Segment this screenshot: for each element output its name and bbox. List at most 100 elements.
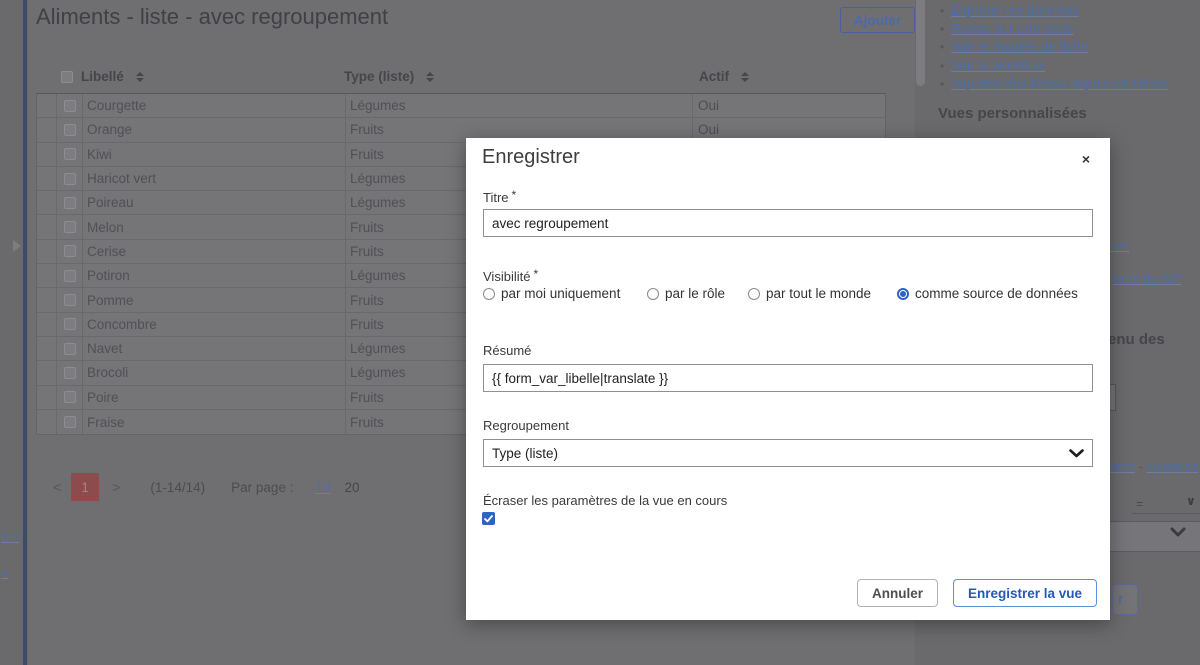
per-page-option-10[interactable]: 10: [315, 480, 330, 495]
sidebar-heading-fragment: enu des: [1108, 331, 1165, 348]
sidebar-view-link-fragment[interactable]: nes: [1108, 238, 1129, 253]
row-checkbox-cell: [56, 288, 82, 312]
sidebar-button-fragment[interactable]: r: [1112, 584, 1138, 615]
pagination-next[interactable]: >: [112, 479, 120, 495]
overwrite-label: Écraser les paramètres de la vue en cour…: [483, 493, 728, 508]
row-handle-cell: [37, 410, 56, 434]
visibilite-option[interactable]: par tout le monde: [748, 286, 871, 301]
criteria-link[interactable]: tères: [1106, 459, 1135, 474]
header-cell-libelle[interactable]: Libellé: [81, 69, 344, 84]
select-all-checkbox[interactable]: [61, 70, 73, 83]
page-title: Aliments - liste - avec regroupement: [36, 4, 389, 29]
cancel-button[interactable]: Annuler: [857, 579, 938, 607]
titre-input[interactable]: [483, 209, 1093, 237]
row-checkbox[interactable]: [63, 148, 76, 161]
resume-input[interactable]: [483, 364, 1093, 392]
columns-link[interactable]: colonnes: [1146, 459, 1198, 474]
radio-icon[interactable]: [748, 287, 760, 300]
sidebar-action-link[interactable]: Voir le modèle de fiche: [951, 38, 1088, 55]
cell-libelle: Concombre: [82, 312, 345, 336]
filter-operator: =: [1136, 497, 1144, 511]
sidebar-action-link[interactable]: Exporter les données: [951, 2, 1079, 19]
bullet-icon: •: [940, 40, 945, 55]
pagination-prev[interactable]: <: [53, 479, 61, 495]
close-icon[interactable]: ×: [1082, 151, 1090, 167]
add-button[interactable]: Ajouter: [840, 7, 915, 33]
row-checkbox[interactable]: [63, 99, 76, 112]
cell-libelle: Cerise: [82, 239, 345, 264]
bullet-icon: •: [940, 22, 945, 37]
radio-icon[interactable]: [483, 287, 495, 300]
header-cell-type[interactable]: Type (liste): [344, 69, 691, 84]
regroupement-select[interactable]: Type (liste): [483, 439, 1093, 467]
overwrite-checkbox[interactable]: [482, 512, 495, 525]
row-handle-cell: [37, 386, 56, 409]
pagination-current-page[interactable]: 1: [71, 473, 100, 501]
row-checkbox-cell: [56, 239, 82, 264]
header-cell-actif[interactable]: Actif: [691, 69, 886, 84]
edge-link-fragment[interactable]: »: [1, 565, 8, 580]
row-handle-cell: [37, 215, 56, 238]
sidebar-action-item: • Importer des fiches depuis un fichier: [940, 75, 1168, 93]
sidebar-wf-link-fragment[interactable]: form de WF: [1113, 271, 1181, 286]
row-checkbox-cell: [56, 142, 82, 166]
panel-collapse-arrow-icon[interactable]: [13, 240, 21, 252]
row-checkbox-cell: [56, 361, 82, 385]
row-checkbox[interactable]: [63, 196, 76, 209]
row-handle-cell: [37, 288, 56, 311]
visibilite-radio-group: par moi uniquement par le rôle par tout le…: [466, 286, 1110, 302]
row-checkbox[interactable]: [63, 245, 76, 258]
row-handle-cell: [37, 313, 56, 336]
row-checkbox-cell: [56, 191, 82, 215]
resume-label: Résumé: [483, 343, 532, 358]
row-checkbox[interactable]: [63, 366, 76, 379]
row-checkbox[interactable]: [63, 294, 76, 307]
visibilite-option[interactable]: par moi uniquement: [483, 286, 620, 301]
row-checkbox-cell: [56, 264, 82, 288]
regroupement-selected-value: Type (liste): [492, 445, 559, 461]
cell-libelle: Potiron: [82, 264, 345, 288]
sort-icon[interactable]: [426, 71, 435, 82]
sort-icon[interactable]: [135, 71, 144, 82]
save-view-button[interactable]: Enregistrer la vue: [953, 579, 1097, 607]
visibilite-option[interactable]: comme source de données: [897, 286, 1078, 301]
visibilite-option[interactable]: par le rôle: [647, 286, 725, 301]
row-handle-cell: [37, 143, 56, 166]
row-checkbox[interactable]: [63, 416, 76, 428]
header-cell-select: [36, 70, 81, 83]
row-checkbox[interactable]: [63, 318, 76, 331]
cell-libelle: Courgette: [82, 94, 345, 118]
sidebar-action-link[interactable]: Voir le workflow: [951, 57, 1045, 74]
radio-selected-icon[interactable]: [897, 287, 909, 300]
sidebar-action-link[interactable]: Rendu sur une carte: [951, 20, 1073, 37]
pagination: < 1 > (1-14/14) Par page : 10 20: [36, 472, 360, 502]
row-checkbox[interactable]: [63, 123, 76, 136]
scrollbar-thumb[interactable]: [916, 0, 925, 86]
row-checkbox[interactable]: [63, 221, 76, 234]
visibilite-option-label: par le rôle: [665, 286, 726, 301]
separator: -: [1134, 459, 1147, 474]
row-checkbox[interactable]: [63, 342, 76, 355]
cell-libelle: Haricot vert: [82, 166, 345, 191]
row-checkbox[interactable]: [63, 391, 76, 404]
radio-icon[interactable]: [647, 287, 659, 300]
row-handle-cell: [37, 240, 56, 263]
row-checkbox-cell: [56, 215, 82, 239]
row-checkbox-cell: [56, 385, 82, 409]
chevron-down-icon: [1069, 448, 1084, 458]
row-checkbox[interactable]: [63, 269, 76, 282]
table-row[interactable]: Courgette Légumes Oui: [37, 94, 885, 119]
sort-icon[interactable]: [741, 71, 749, 82]
row-checkbox-cell: [56, 118, 82, 142]
cell-libelle: Navet: [82, 336, 345, 361]
edge-link-fragment[interactable]: n »: [1, 529, 19, 544]
sidebar-action-link[interactable]: Importer des fiches depuis un fichier: [951, 75, 1168, 92]
header-label: Type (liste): [344, 69, 415, 84]
bullet-icon: •: [940, 76, 945, 91]
left-accent-bar: [23, 0, 27, 665]
chevron-down-icon[interactable]: ∨: [1186, 494, 1196, 508]
chevron-down-icon[interactable]: [1170, 527, 1186, 537]
cell-libelle: Orange: [82, 118, 345, 142]
row-handle-cell: [37, 337, 56, 360]
row-checkbox[interactable]: [63, 172, 76, 185]
